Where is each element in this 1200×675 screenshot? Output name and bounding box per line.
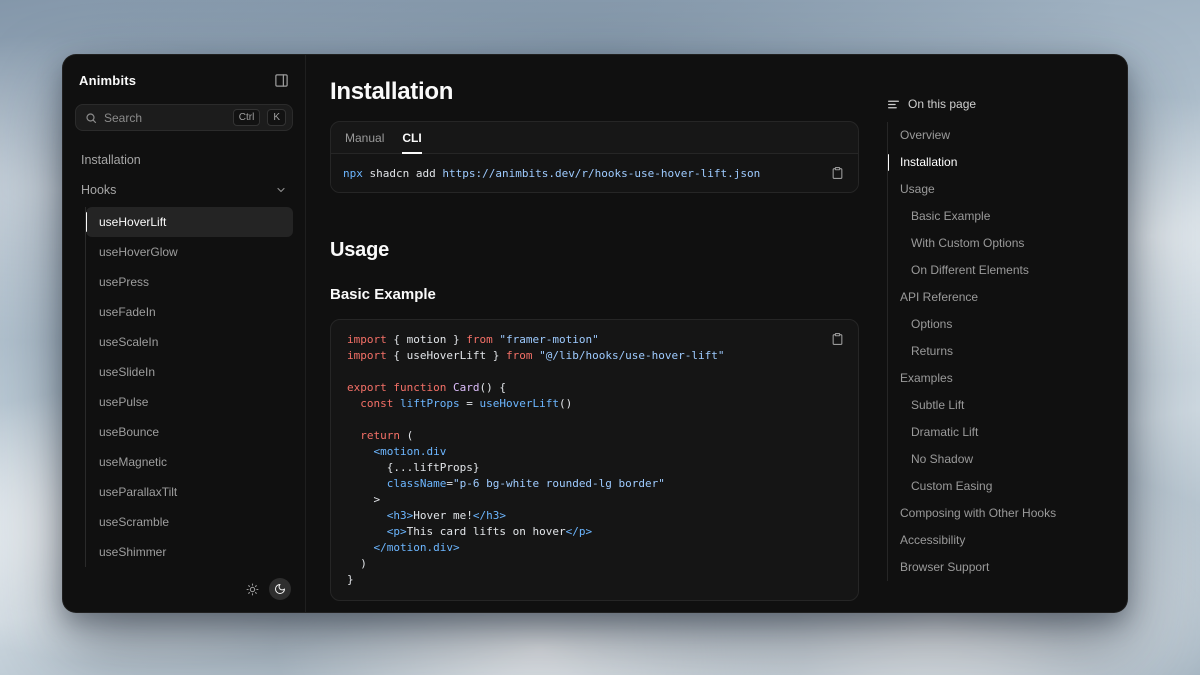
sidebar-item-usescramble[interactable]: useScramble [86,507,293,537]
install-command: npx shadcn add https://animbits.dev/r/ho… [343,167,760,180]
code-line: import { motion } from "framer-motion" [347,332,842,348]
sidebar-header: Animbits [63,55,305,90]
code-line: <h3>Hover me!</h3> [347,508,842,524]
copy-command-button[interactable] [829,164,846,182]
install-tabs: Manual CLI [331,122,858,154]
sidebar-item-hooks[interactable]: Hooks [73,175,295,205]
panel-toggle-icon [274,73,289,88]
toc-item-usage[interactable]: Usage [888,176,1111,203]
list-icon [887,98,900,111]
sidebar-item-installation[interactable]: Installation [73,145,295,175]
nav-label: Installation [81,153,141,167]
nav-label: Hooks [81,183,116,197]
code-line: </motion.div> [347,540,842,556]
toc-item-returns[interactable]: Returns [888,338,1111,365]
code-line [347,364,842,380]
light-theme-button[interactable] [241,578,263,600]
toc-item-subtle-lift[interactable]: Subtle Lift [888,392,1111,419]
code-line: {...liftProps} [347,460,842,476]
copy-icon [831,332,844,346]
sidebar-spacer [63,567,305,578]
sidebar-nav: Installation Hooks useHoverLiftuseHoverG… [63,145,305,567]
code-line [347,412,842,428]
kbd-ctrl: Ctrl [233,109,261,126]
toc-item-no-shadow[interactable]: No Shadow [888,446,1111,473]
sidebar-item-usemagnetic[interactable]: useMagnetic [86,447,293,477]
page-title: Installation [330,77,859,107]
install-command-row: npx shadcn add https://animbits.dev/r/ho… [331,154,858,192]
code-line: const liftProps = useHoverLift() [347,396,842,412]
toc-item-basic-example[interactable]: Basic Example [888,203,1111,230]
toc-item-composing-with-other-hooks[interactable]: Composing with Other Hooks [888,500,1111,527]
tab-manual[interactable]: Manual [345,122,384,153]
sidebar-item-usehoverglow[interactable]: useHoverGlow [86,237,293,267]
toc-item-overview[interactable]: Overview [888,122,1111,149]
code-line: ) [347,556,842,572]
code-line: <motion.div [347,444,842,460]
toc-item-browser-support[interactable]: Browser Support [888,554,1111,581]
sidebar-item-useparallaxtilt[interactable]: useParallaxTilt [86,477,293,507]
toc-item-custom-easing[interactable]: Custom Easing [888,473,1111,500]
toc-item-dramatic-lift[interactable]: Dramatic Lift [888,419,1111,446]
sidebar-item-useslidein[interactable]: useSlideIn [86,357,293,387]
sun-icon [246,583,259,596]
copy-icon [831,166,844,180]
toc-title: On this page [908,97,976,111]
sidebar-item-usefadein[interactable]: useFadeIn [86,297,293,327]
section-title-usage: Usage [330,237,859,263]
toc-item-examples[interactable]: Examples [888,365,1111,392]
toc-item-api-reference[interactable]: API Reference [888,284,1111,311]
code-line: } [347,572,842,588]
code-line: return ( [347,428,842,444]
toc-item-installation[interactable]: Installation [888,149,1111,176]
search-input[interactable]: Search Ctrl K [75,104,293,131]
copy-code-button[interactable] [829,330,846,348]
toc-item-on-different-elements[interactable]: On Different Elements [888,257,1111,284]
section-title-basic-example: Basic Example [330,285,859,305]
sidebar: Animbits Search Ctrl K Installation Hook… [63,55,306,612]
code-line: className="p-6 bg-white rounded-lg borde… [347,476,842,492]
toc-item-accessibility[interactable]: Accessibility [888,527,1111,554]
code-line: > [347,492,842,508]
search-placeholder: Search [104,111,226,125]
search-icon [85,112,97,124]
code-line: <p>This card lifts on hover</p> [347,524,842,540]
main-content: Installation Manual CLI npx shadcn add ht… [306,55,874,612]
code-line: import { useHoverLift } from "@/lib/hook… [347,348,842,364]
toc-item-options[interactable]: Options [888,311,1111,338]
toc-item-with-custom-options[interactable]: With Custom Options [888,230,1111,257]
code-block: import { motion } from "framer-motion"im… [347,332,842,588]
code-line: export function Card() { [347,380,842,396]
theme-toggle [63,578,305,612]
sidebar-item-usescalein[interactable]: useScaleIn [86,327,293,357]
sidebar-item-usehoverlift[interactable]: useHoverLift [86,207,293,237]
toc: On this page OverviewInstallationUsageBa… [874,55,1127,612]
sidebar-item-usepulse[interactable]: usePulse [86,387,293,417]
kbd-k: K [267,109,286,126]
tab-cli[interactable]: CLI [402,122,421,153]
toc-list: OverviewInstallationUsageBasic ExampleWi… [887,122,1111,581]
sidebar-item-usebounce[interactable]: useBounce [86,417,293,447]
sidebar-item-useshimmer[interactable]: useShimmer [86,537,293,567]
install-card: Manual CLI npx shadcn add https://animbit… [330,121,859,193]
hooks-list: useHoverLiftuseHoverGlowusePressuseFadeI… [85,207,293,567]
sidebar-toggle-button[interactable] [272,71,291,90]
desktop-wallpaper: Animbits Search Ctrl K Installation Hook… [0,0,1200,675]
dark-theme-button[interactable] [269,578,291,600]
brand-title: Animbits [79,73,136,88]
code-block-card: import { motion } from "framer-motion"im… [330,319,859,601]
app-window: Animbits Search Ctrl K Installation Hook… [62,54,1128,613]
chevron-down-icon [275,184,287,196]
moon-icon [274,583,286,595]
sidebar-item-usepress[interactable]: usePress [86,267,293,297]
toc-header: On this page [887,97,1111,111]
